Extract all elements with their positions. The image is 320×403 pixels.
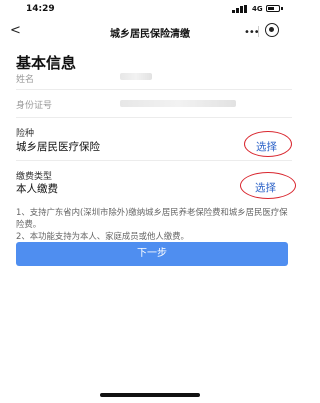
divider xyxy=(16,117,292,118)
next-button[interactable]: 下一步 xyxy=(16,242,288,266)
notes: 1、支持广东省内(深圳市除外)缴纳城乡居民养老保险费和城乡居民医疗保险费。 2、… xyxy=(16,206,288,242)
signal-icon xyxy=(232,5,248,13)
divider xyxy=(16,89,292,90)
annotation-circle xyxy=(244,131,292,157)
annotation-circle xyxy=(240,172,296,199)
id-number-value-masked xyxy=(120,100,236,107)
note-item: 2、本功能支持为本人、家庭成员或他人缴费。 xyxy=(16,231,189,241)
nav-separator xyxy=(258,26,259,37)
payment-type-value: 本人缴费 xyxy=(16,183,58,195)
section-title: 基本信息 xyxy=(16,54,77,72)
home-indicator xyxy=(100,393,200,397)
name-label: 姓名 xyxy=(16,75,35,85)
name-value-masked xyxy=(120,73,152,80)
note-item: 1、支持广东省内(深圳市除外)缴纳城乡居民养老保险费和城乡居民医疗保险费。 xyxy=(16,207,288,229)
nav-bar: < 城乡居民保险清缴 ••• xyxy=(0,18,300,44)
divider xyxy=(16,160,292,161)
network-type: 4G xyxy=(252,5,263,13)
insurance-type-value: 城乡居民医疗保险 xyxy=(16,141,100,153)
close-mini-program-icon[interactable] xyxy=(265,23,279,37)
insurance-type-label: 险种 xyxy=(16,129,35,139)
battery-tip xyxy=(281,7,283,10)
battery-icon xyxy=(266,5,280,12)
status-bar: 14:29 4G xyxy=(0,0,300,18)
status-time: 14:29 xyxy=(26,4,55,14)
more-icon[interactable]: ••• xyxy=(244,27,260,38)
id-number-label: 身份证号 xyxy=(16,101,53,111)
